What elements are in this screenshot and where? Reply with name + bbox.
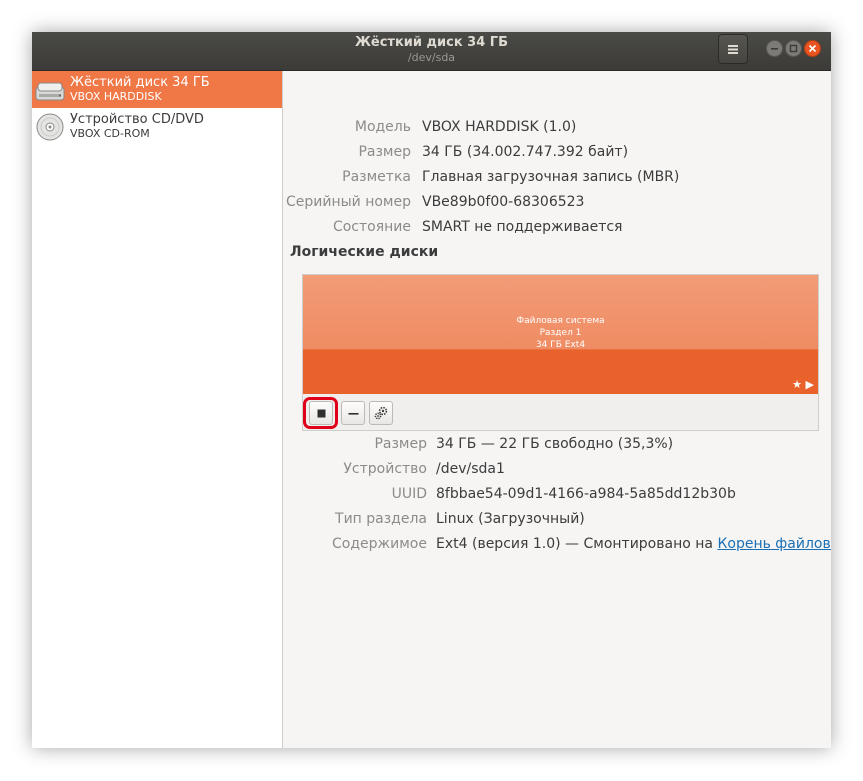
partition-block[interactable]: Файловая система Раздел 1 34 ГБ Ext4 ★ ▶ (303, 275, 818, 394)
drive-name: Устройство CD/DVD (70, 112, 204, 127)
contents-text: Ext4 (версия 1.0) — Смонтировано на (436, 536, 718, 552)
drive-name: Жёсткий диск 34 ГБ (70, 75, 210, 90)
model-value: VBOX HARDDISK (1.0) (422, 119, 577, 135)
window-controls (766, 40, 821, 57)
partition-options-button[interactable] (369, 401, 393, 425)
partition-filesystem: Файловая система (516, 316, 605, 326)
title-block: Жёсткий диск 34 ГБ /dev/sda (32, 34, 831, 65)
device-value: /dev/sda1 (436, 461, 505, 477)
sidebar-item-cd-dvd[interactable]: Устройство CD/DVD VBOX CD-ROM (32, 108, 282, 145)
mount-point-link[interactable]: Корень файловой … (717, 536, 831, 552)
device-label: Устройство (343, 461, 427, 477)
volumes-heading: Логические диски (290, 244, 439, 260)
delete-partition-button[interactable] (341, 401, 365, 425)
gears-icon (374, 406, 388, 420)
minus-icon (348, 412, 358, 415)
close-button[interactable] (804, 40, 821, 57)
partition-size: 34 ГБ Ext4 (535, 340, 586, 350)
drive-model: VBOX CD-ROM (70, 127, 150, 140)
play-icon: ▶ (805, 378, 814, 391)
highlight-frame (303, 397, 338, 429)
drive-model: VBOX HARDDISK (70, 90, 162, 103)
hard-disk-icon (35, 82, 65, 100)
window-subtitle: /dev/sda (407, 51, 456, 64)
volume-map: Файловая система Раздел 1 34 ГБ Ext4 ★ ▶ (302, 274, 819, 431)
volume-toolbar (303, 395, 818, 430)
hamburger-icon (728, 44, 738, 54)
size-value: 34 ГБ (34.002.747.392 байт) (422, 144, 629, 160)
minimize-button[interactable] (766, 40, 783, 57)
contents-value: Ext4 (версия 1.0) — Смонтировано на Коре… (436, 535, 831, 553)
partitioning-value: Главная загрузочная запись (MBR) (422, 169, 680, 185)
star-icon: ★ (792, 378, 803, 391)
state-label: Состояние (332, 219, 411, 235)
partition-type-value: Linux (Загрузочный) (436, 511, 585, 527)
size-label: Размер (358, 144, 411, 160)
partition-label: Файловая система Раздел 1 34 ГБ Ext4 (303, 315, 818, 351)
close-icon (808, 44, 817, 53)
uuid-value: 8fbbae54-09d1-4166-a984-5a85dd12b30b (436, 486, 736, 502)
disks-window: Жёсткий диск 34 ГБ /dev/sda Жёсткий диск… (32, 32, 831, 748)
serial-value: VBe89b0f00-68306523 (422, 194, 585, 210)
drive-list: Жёсткий диск 34 ГБ VBOX HARDDISK Устройс… (32, 71, 283, 748)
optical-disc-icon (36, 113, 64, 140)
uuid-label: UUID (391, 486, 427, 502)
sidebar-item-text: Устройство CD/DVD VBOX CD-ROM (70, 112, 204, 141)
title-bar[interactable]: Жёсткий диск 34 ГБ /dev/sda (32, 32, 831, 71)
minimize-icon (771, 48, 778, 50)
partition-type-label: Тип раздела (335, 511, 427, 527)
serial-label: Серийный номер (285, 194, 411, 210)
contents-label: Содержимое (332, 536, 427, 552)
partition-size-label: Размер (374, 436, 427, 452)
drive-details: Модель VBOX HARDDISK (1.0) Размер 34 ГБ … (283, 71, 831, 748)
model-label: Модель (354, 119, 411, 135)
hamburger-menu-button[interactable] (718, 34, 748, 64)
partition-number: Раздел 1 (539, 328, 582, 338)
partition-flags: ★ ▶ (792, 378, 814, 391)
window-title: Жёсткий диск 34 ГБ (354, 35, 508, 50)
state-value: SMART не поддерживается (422, 219, 623, 235)
sidebar-item-hard-disk[interactable]: Жёсткий диск 34 ГБ VBOX HARDDISK (32, 71, 282, 108)
maximize-icon (789, 44, 798, 53)
partition-size-value: 34 ГБ — 22 ГБ свободно (35,3%) (436, 436, 674, 452)
partitioning-label: Разметка (342, 169, 411, 185)
sidebar-item-text: Жёсткий диск 34 ГБ VBOX HARDDISK (70, 75, 210, 104)
maximize-button[interactable] (785, 40, 802, 57)
